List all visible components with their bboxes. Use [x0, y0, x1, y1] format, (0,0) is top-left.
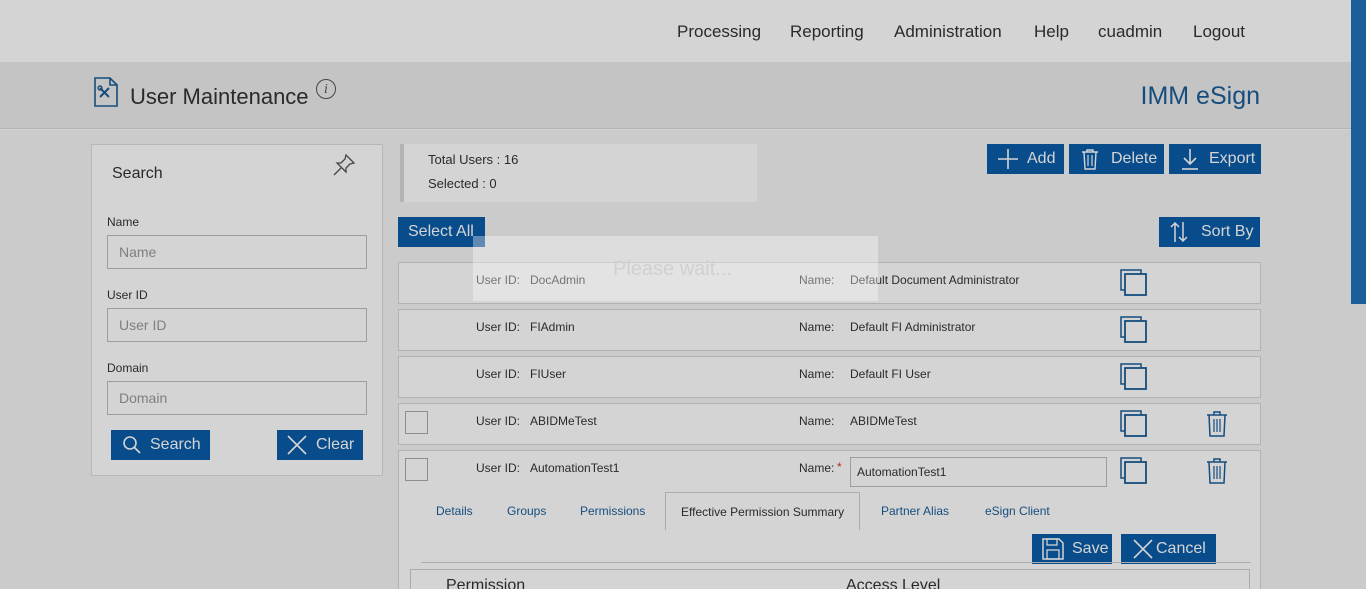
scrollbar-thumb[interactable] — [1351, 0, 1366, 304]
loading-message: Please wait... — [473, 236, 878, 301]
loading-text: Please wait... — [613, 258, 732, 280]
